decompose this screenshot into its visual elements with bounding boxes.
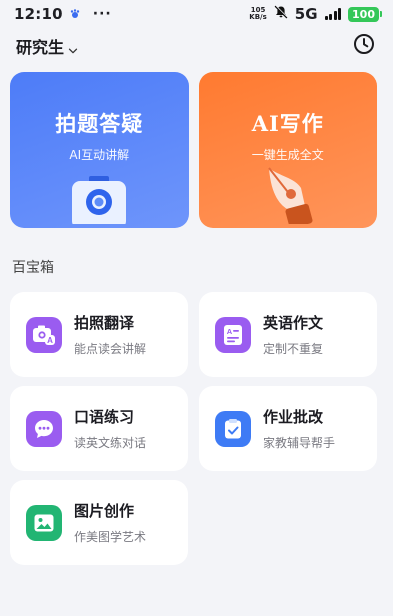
tool-subtitle: 定制不重复 xyxy=(263,342,324,356)
tool-text: 作业批改 家教辅导帮手 xyxy=(263,406,335,451)
tool-photo-translate[interactable]: A 拍照翻译 能点读会讲解 xyxy=(10,292,188,377)
tool-text: 口语练习 读英文练对话 xyxy=(74,406,146,451)
status-time: 12:10 xyxy=(14,5,63,23)
tool-text: 英语作文 定制不重复 xyxy=(263,312,323,357)
camera-icon xyxy=(69,172,129,228)
tool-subtitle: 能点读会讲解 xyxy=(74,342,147,356)
network-speed-unit: KB/s xyxy=(249,13,267,21)
toolbox-grid: A 拍照翻译 能点读会讲解 A 英语作文 定制不重复 口语练习 读英文练对话 作… xyxy=(10,292,377,565)
essay-icon: A xyxy=(215,316,251,353)
tool-subtitle: 家教辅导帮手 xyxy=(263,436,336,450)
hero-title: 拍题答疑 xyxy=(55,111,144,136)
tool-homework-check[interactable]: 作业批改 家教辅导帮手 xyxy=(199,386,377,471)
baidu-paw-icon xyxy=(69,8,81,20)
hero-subtitle: AI互动讲解 xyxy=(69,148,130,162)
grade-label: 研究生 xyxy=(16,38,65,57)
tool-title: 英语作文 xyxy=(263,314,324,332)
signal-strength-icon xyxy=(324,8,342,20)
ai-writing-card[interactable]: AI写作 一键生成全文 xyxy=(198,72,377,228)
network-type: 5G xyxy=(294,5,318,23)
svg-text:A: A xyxy=(47,336,53,345)
tool-title: 作业批改 xyxy=(263,408,324,426)
tool-subtitle: 作美图学艺术 xyxy=(74,530,147,544)
grade-selector[interactable]: 研究生 xyxy=(16,34,78,58)
homework-check-icon xyxy=(215,410,251,447)
tool-image-creation[interactable]: 图片创作 作美图学艺术 xyxy=(10,480,188,565)
tool-title: 图片创作 xyxy=(74,502,135,520)
hero-subtitle: 一键生成全文 xyxy=(251,148,324,162)
tool-oral-practice[interactable]: 口语练习 读英文练对话 xyxy=(10,386,188,471)
camera-translate-icon: A xyxy=(26,316,62,353)
image-icon xyxy=(26,504,62,541)
status-bar-right: 105 KB/s 5G 100 xyxy=(249,5,382,23)
network-speed: 105 KB/s xyxy=(249,7,266,21)
tool-english-essay[interactable]: A 英语作文 定制不重复 xyxy=(199,292,377,377)
tool-subtitle: 读英文练对话 xyxy=(74,436,147,450)
clock-icon xyxy=(353,33,375,59)
tool-text: 拍照翻译 能点读会讲解 xyxy=(74,312,146,357)
chat-bubble-icon xyxy=(26,410,62,447)
tool-title: 拍照翻译 xyxy=(74,314,135,332)
mute-bell-icon xyxy=(274,5,288,23)
history-button[interactable] xyxy=(351,33,377,59)
status-bar-left: 12:10 ··· xyxy=(14,5,112,23)
hero-title: AI写作 xyxy=(251,111,324,136)
pen-nib-icon xyxy=(261,166,315,228)
tool-title: 口语练习 xyxy=(74,408,135,426)
more-notifications-icon: ··· xyxy=(92,6,112,22)
chevron-down-icon xyxy=(68,41,78,54)
svg-text:A: A xyxy=(227,327,233,336)
hero-cards: 拍题答疑 AI互动讲解 AI写作 一键生成全文 xyxy=(10,72,377,228)
tool-text: 图片创作 作美图学艺术 xyxy=(74,500,146,545)
toolbox-title: 百宝箱 xyxy=(12,260,54,276)
app-header: 研究生 xyxy=(0,32,393,60)
battery-indicator: 100 xyxy=(348,6,382,22)
status-bar: 12:10 ··· 105 KB/s 5G 100 xyxy=(0,0,393,28)
photo-question-card[interactable]: 拍题答疑 AI互动讲解 xyxy=(10,72,189,228)
